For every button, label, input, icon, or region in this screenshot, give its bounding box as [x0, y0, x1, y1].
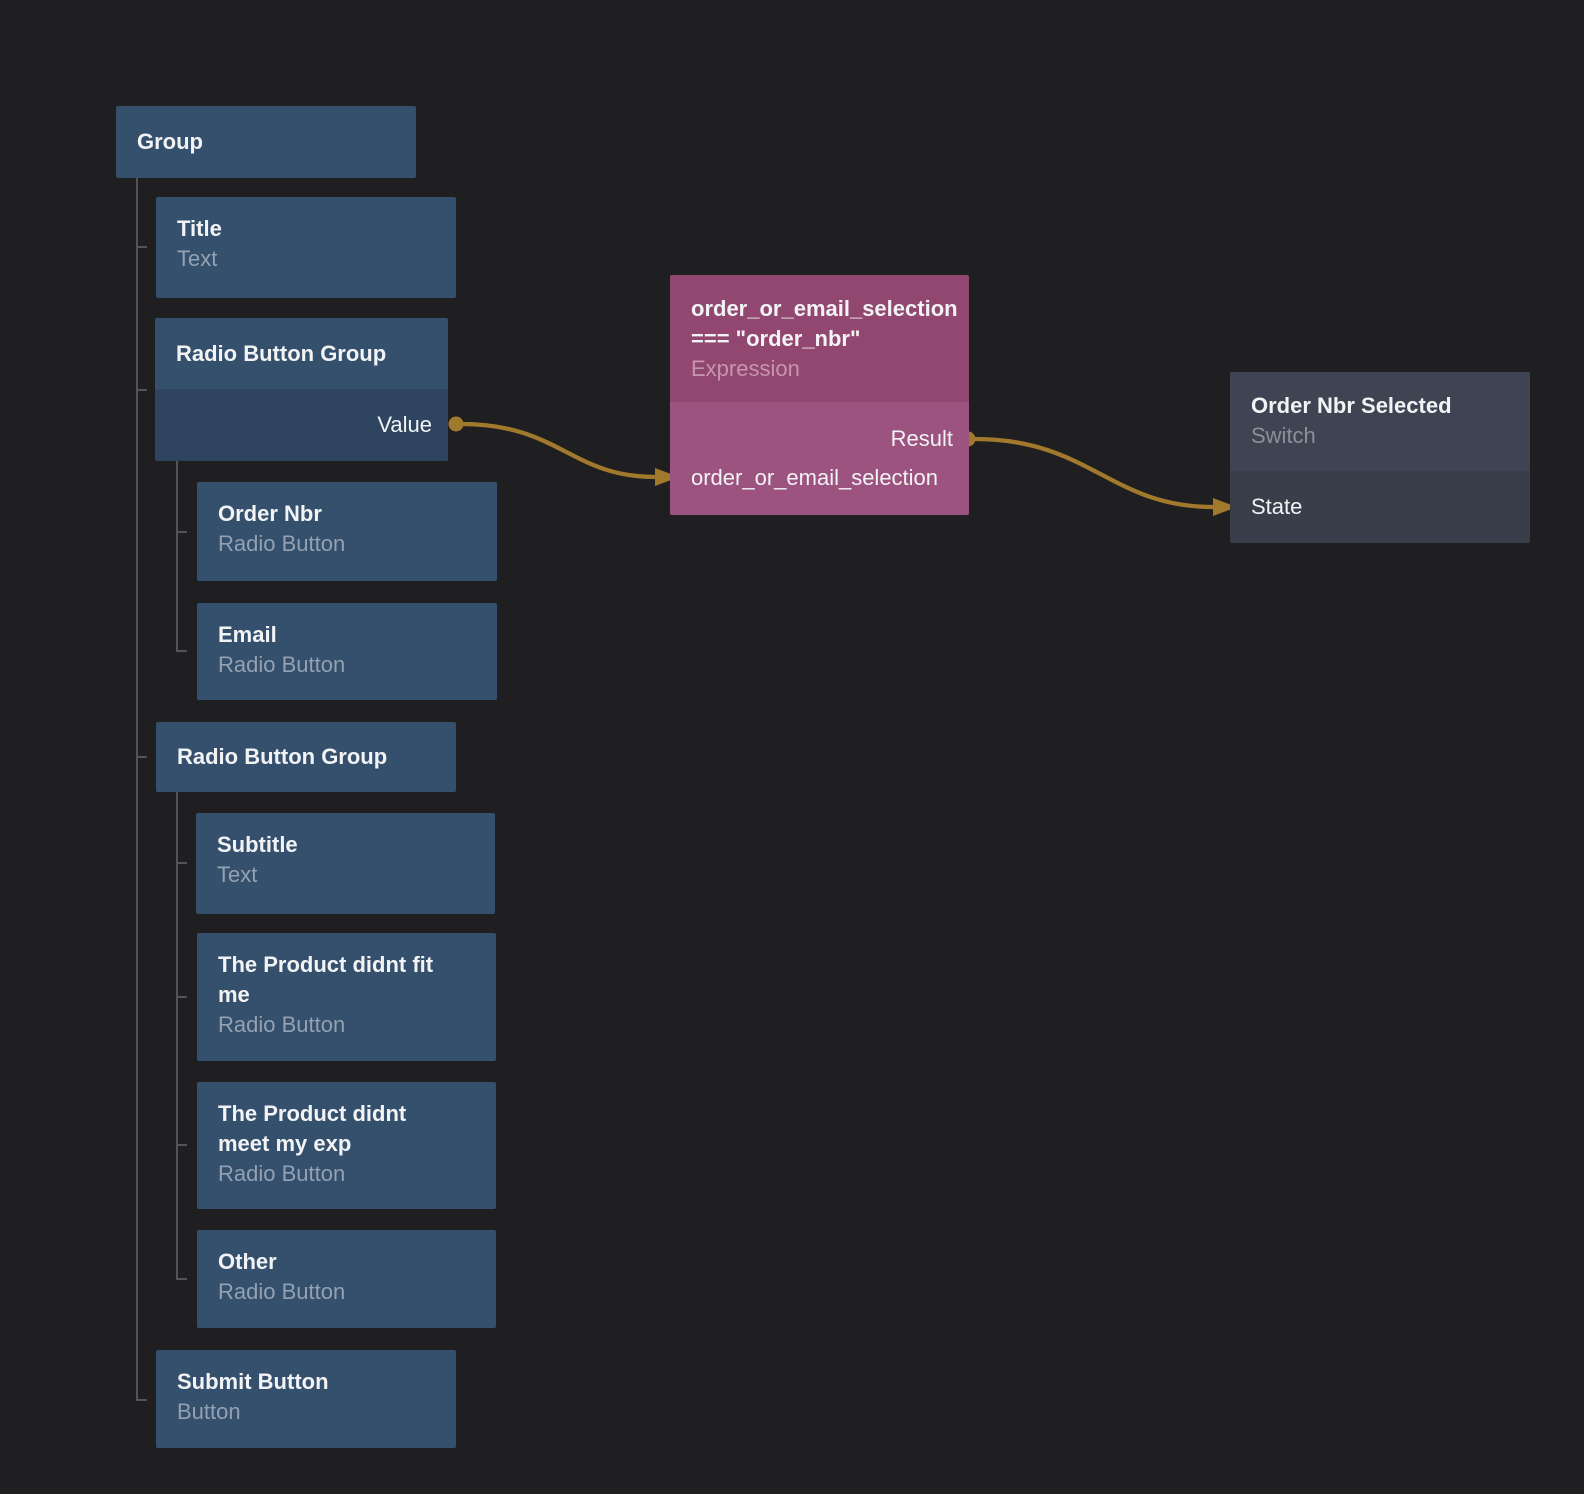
node-title: Submit Button	[177, 1367, 395, 1397]
node-subtitle: Button	[177, 1397, 442, 1427]
node-title: Other	[218, 1247, 436, 1277]
wire-result-to-state[interactable]	[975, 439, 1213, 507]
tree-tick-other	[176, 1278, 187, 1280]
tree-line-radio-group-2-children	[176, 792, 178, 1280]
node-subtitle: Radio Button	[218, 650, 483, 680]
node-editor-canvas[interactable]: Group Title Text Radio Button Group Valu…	[0, 0, 1584, 1494]
port-state-label: State	[1251, 492, 1302, 522]
node-title: The Product didnt meet my exp	[218, 1099, 436, 1159]
node-group[interactable]: Group	[116, 106, 416, 178]
port-value-label: Value	[377, 410, 432, 440]
node-subtitle: Text	[217, 860, 481, 890]
node-subtitle: Radio Button	[218, 1010, 482, 1040]
node-subtitle: Expression	[691, 354, 955, 384]
node-subtitle-text[interactable]: Subtitle Text	[196, 813, 495, 914]
port-order-or-email-selection-label: order_or_email_selection	[691, 463, 938, 493]
node-product-didnt-fit[interactable]: The Product didnt fit me Radio Button	[197, 933, 496, 1061]
node-title: order_or_email_selection === "order_nbr"	[691, 294, 955, 354]
node-product-didnt-meet[interactable]: The Product didnt meet my exp Radio Butt…	[197, 1082, 496, 1209]
node-title: Title	[177, 214, 395, 244]
node-expression[interactable]: order_or_email_selection === "order_nbr"…	[670, 275, 969, 515]
node-radio-button-group-2[interactable]: Radio Button Group	[156, 722, 456, 792]
node-submit-button[interactable]: Submit Button Button	[156, 1350, 456, 1448]
node-switch[interactable]: Order Nbr Selected Switch State	[1230, 372, 1530, 543]
port-result[interactable]: Result	[670, 420, 969, 459]
node-subtitle: Radio Button	[218, 529, 483, 559]
node-group-title: Group	[137, 127, 355, 157]
node-subtitle: Text	[177, 244, 442, 274]
node-radio-button-group-1[interactable]: Radio Button Group Value	[155, 318, 448, 461]
node-title: Radio Button Group	[176, 339, 394, 369]
node-subtitle: Radio Button	[218, 1159, 482, 1189]
node-title-text[interactable]: Title Text	[156, 197, 456, 298]
tree-tick-email	[176, 650, 187, 652]
tree-tick-subtitle	[176, 862, 187, 864]
wire-value-to-expression[interactable]	[461, 424, 656, 477]
node-title: Radio Button Group	[177, 742, 395, 772]
tree-line-radio-group-1-children	[176, 461, 178, 652]
node-title: Email	[218, 620, 436, 650]
node-subtitle: Switch	[1251, 421, 1516, 451]
node-title: Order Nbr	[218, 499, 436, 529]
tree-tick-product-fit	[176, 996, 187, 998]
node-other[interactable]: Other Radio Button	[197, 1230, 496, 1328]
node-title: The Product didnt fit me	[218, 950, 436, 1010]
port-value[interactable]: Value	[155, 406, 448, 445]
port-result-label: Result	[891, 424, 953, 454]
tree-tick-order-nbr	[176, 531, 187, 533]
node-order-nbr[interactable]: Order Nbr Radio Button	[197, 482, 497, 581]
tree-tick-product-meet	[176, 1144, 187, 1146]
port-order-or-email-selection[interactable]: order_or_email_selection	[670, 459, 969, 498]
node-title: Subtitle	[217, 830, 435, 860]
port-dot-value[interactable]	[449, 417, 464, 432]
node-subtitle: Radio Button	[218, 1277, 482, 1307]
node-email[interactable]: Email Radio Button	[197, 603, 497, 700]
tree-tick-title	[136, 246, 147, 248]
port-state[interactable]: State	[1230, 488, 1530, 527]
tree-tick-radio-group-1	[136, 389, 147, 391]
tree-line-group-children	[136, 178, 138, 1401]
tree-tick-submit	[136, 1399, 147, 1401]
node-title: Order Nbr Selected	[1251, 391, 1469, 421]
tree-tick-radio-group-2	[136, 756, 147, 758]
